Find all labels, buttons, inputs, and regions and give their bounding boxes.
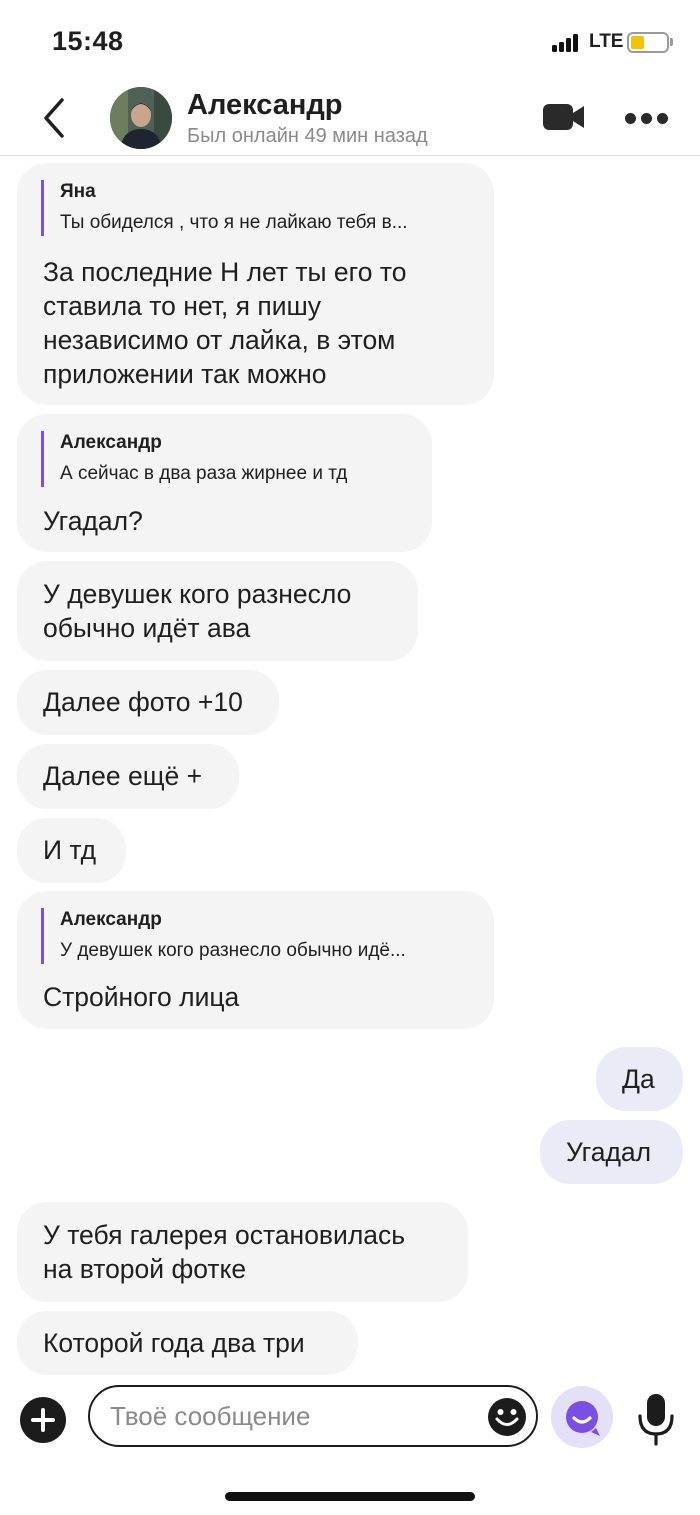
quote-author: Александр	[60, 909, 162, 930]
message-text: И тд	[43, 833, 96, 867]
message-bubble-outgoing[interactable]: Да	[596, 1047, 683, 1111]
message-text: У тебя галерея остановилась на второй фо…	[43, 1218, 405, 1286]
more-options-button[interactable]	[624, 110, 668, 126]
message-bubble-incoming[interactable]: И тд	[17, 818, 126, 883]
quote-text: А сейчас в два раза жирнее и тд	[60, 463, 348, 484]
quote-text: Ты обиделся , что я не лайкаю тебя в...	[60, 212, 408, 233]
message-bubble-incoming[interactable]: Яна Ты обиделся , что я не лайкаю тебя в…	[17, 163, 494, 405]
video-call-button[interactable]	[542, 102, 586, 132]
more-dots-icon	[657, 113, 668, 124]
status-time: 15:48	[52, 26, 124, 56]
emoji-button[interactable]	[487, 1397, 527, 1437]
message-bubble-incoming[interactable]: У девушек кого разнесло обычно идёт ава	[17, 561, 418, 661]
more-dots-icon	[641, 113, 652, 124]
battery-cap	[670, 38, 673, 46]
message-bubble-outgoing[interactable]: Угадал	[540, 1120, 683, 1184]
message-line: Далее фото +10	[43, 687, 243, 717]
home-indicator[interactable]	[225, 1492, 475, 1501]
message-line: приложении так можно	[43, 359, 327, 389]
quote-text: У девушек кого разнесло обычно идё...	[60, 940, 406, 961]
quote-author: Яна	[60, 181, 96, 202]
chat-header: Александр Был онлайн 49 мин назад	[0, 80, 700, 156]
microphone-icon	[638, 1394, 674, 1446]
message-text: Угадал?	[43, 504, 143, 538]
video-camera-icon	[543, 104, 584, 130]
assistant-icon	[566, 1401, 600, 1436]
avatar-photo	[110, 87, 172, 149]
message-line: на второй фотке	[43, 1254, 247, 1284]
message-text: Далее ещё +	[43, 759, 202, 793]
voice-message-button[interactable]	[636, 1392, 676, 1446]
message-text: Стройного лица	[43, 980, 239, 1014]
message-line: Которой года два три	[43, 1328, 305, 1358]
message-line: Угадал?	[43, 506, 143, 536]
quote-author: Александр	[60, 432, 162, 453]
message-text: Угадал	[566, 1135, 651, 1169]
add-attachment-button[interactable]	[20, 1397, 66, 1443]
message-line: обычно идёт ава	[43, 613, 251, 643]
reply-quote[interactable]: Александр А сейчас в два раза жирнее и т…	[41, 431, 347, 487]
assistant-button[interactable]	[551, 1386, 613, 1448]
message-bubble-incoming[interactable]: Александр У девушек кого разнесло обычно…	[17, 891, 494, 1029]
contact-name[interactable]: Александр	[187, 89, 343, 122]
emoji-icon	[488, 1398, 526, 1436]
reply-quote[interactable]: Александр У девушек кого разнесло обычно…	[41, 908, 406, 964]
reply-quote[interactable]: Яна Ты обиделся , что я не лайкаю тебя в…	[41, 180, 408, 236]
contact-status: Был онлайн 49 мин назад	[187, 125, 428, 147]
message-text: За последние Н лет ты его то ставила то …	[43, 255, 406, 391]
message-line: независимо от лайка, в этом	[43, 325, 396, 355]
message-line: За последние Н лет ты его то	[43, 257, 407, 287]
message-list[interactable]: Яна Ты обиделся , что я не лайкаю тебя в…	[0, 157, 700, 1377]
status-bar: 15:48 LTE	[0, 0, 700, 80]
chat-screen: 15:48 LTE Александр Был онлайн 49 мин на…	[0, 0, 700, 1515]
back-button[interactable]	[36, 94, 76, 142]
cellular-signal-icon	[552, 34, 578, 52]
message-text: Да	[622, 1062, 655, 1096]
message-line: ставила то нет, я пишу	[43, 291, 322, 321]
message-bubble-incoming[interactable]: У тебя галерея остановилась на второй фо…	[17, 1202, 468, 1302]
composer-bar	[0, 1378, 700, 1458]
message-bubble-incoming[interactable]: Далее фото +10	[17, 670, 279, 735]
network-type: LTE	[589, 31, 624, 52]
message-bubble-incoming[interactable]: Далее ещё +	[17, 744, 239, 809]
message-line: Стройного лица	[43, 982, 240, 1012]
message-bubble-incoming[interactable]: Которой года два три	[17, 1311, 358, 1375]
message-text: Которой года два три	[43, 1326, 305, 1360]
message-line: И тд	[43, 835, 97, 865]
battery-level	[631, 36, 644, 49]
message-line: Далее ещё +	[43, 761, 203, 791]
message-bubble-incoming[interactable]: Александр А сейчас в два раза жирнее и т…	[17, 414, 432, 552]
message-line: Да	[622, 1064, 655, 1094]
message-text: У девушек кого разнесло обычно идёт ава	[43, 577, 351, 645]
message-line: У тебя галерея остановилась	[43, 1220, 406, 1250]
chevron-left-icon	[44, 98, 64, 138]
more-dots-icon	[625, 113, 636, 124]
message-line: Угадал	[566, 1137, 652, 1167]
message-line: У девушек кого разнесло	[43, 579, 352, 609]
battery-icon	[627, 32, 669, 53]
message-text: Далее фото +10	[43, 685, 243, 719]
message-input[interactable]	[88, 1385, 538, 1447]
avatar[interactable]	[110, 87, 172, 149]
